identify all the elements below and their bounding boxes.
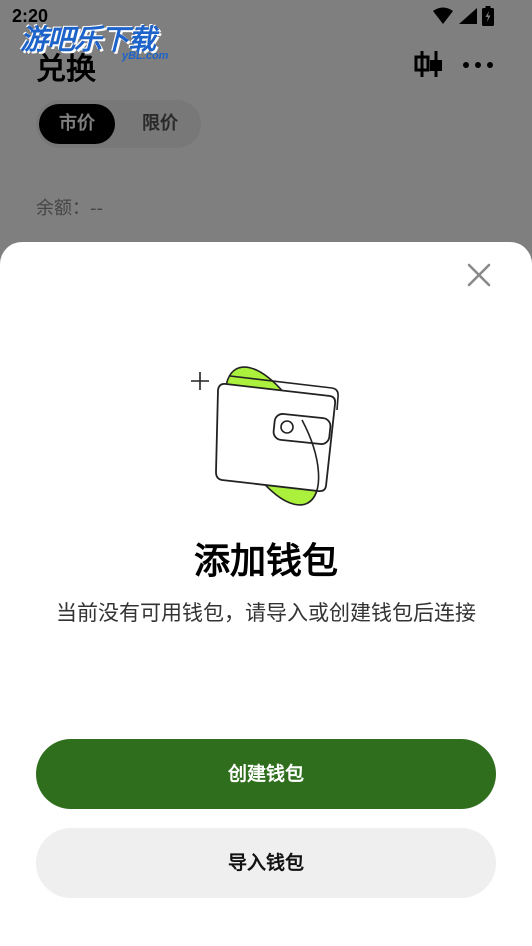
- import-wallet-button[interactable]: 导入钱包: [36, 828, 496, 898]
- sheet-title: 添加钱包: [193, 541, 338, 582]
- close-icon[interactable]: [464, 260, 494, 290]
- wallet-illustration: [191, 366, 339, 506]
- create-wallet-button[interactable]: 创建钱包: [36, 739, 496, 809]
- watermark-logo: 游吧乐下载 yBL.com: [20, 18, 190, 68]
- sheet-description: 当前没有可用钱包，请导入或创建钱包后连接: [56, 601, 476, 625]
- add-wallet-sheet: 添加钱包 当前没有可用钱包，请导入或创建钱包后连接 创建钱包 导入钱包: [0, 242, 532, 946]
- watermark-sub: yBL.com: [122, 50, 169, 62]
